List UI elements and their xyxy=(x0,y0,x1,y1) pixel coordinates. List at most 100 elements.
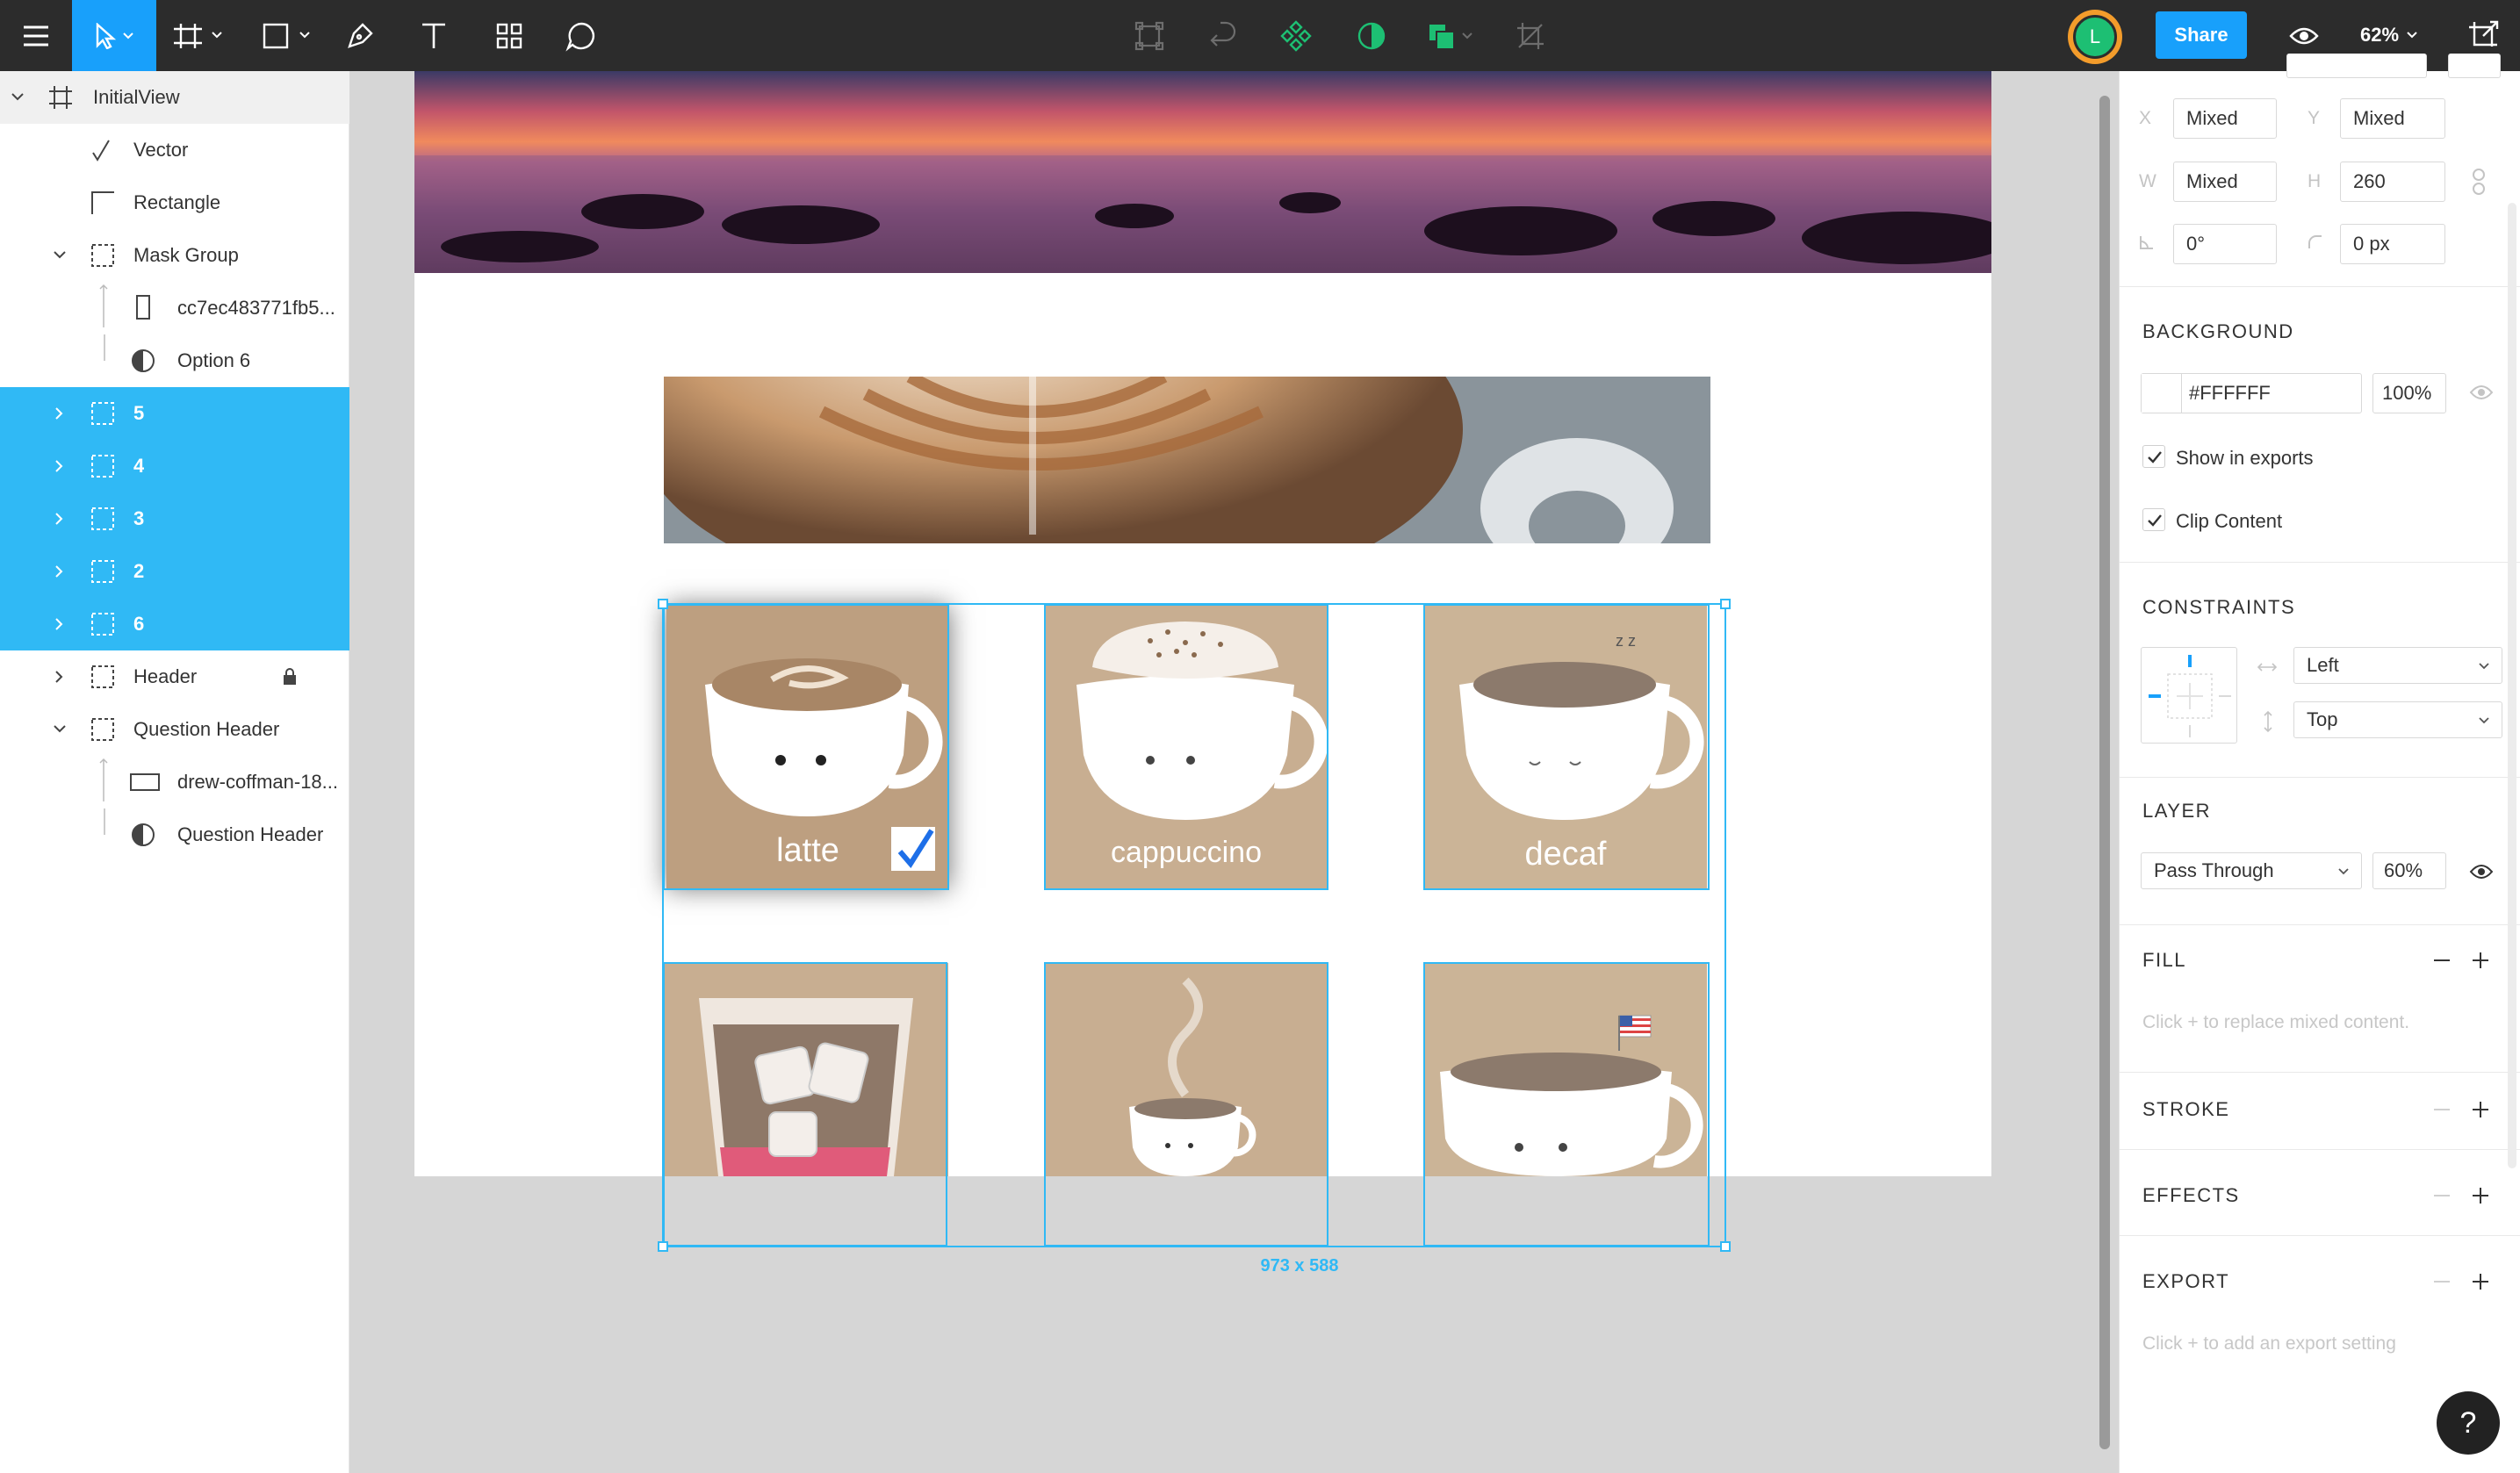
clip-content-checkbox[interactable] xyxy=(2142,508,2165,531)
background-section-title: BACKGROUND xyxy=(2142,320,2294,342)
visibility-eye-icon[interactable] xyxy=(2469,863,2494,880)
mask-icon[interactable] xyxy=(1354,0,1389,71)
chevron-right-icon[interactable] xyxy=(53,670,67,684)
remove-effect-icon[interactable] xyxy=(2429,1182,2455,1209)
layer-group-5[interactable]: 5 xyxy=(0,387,349,440)
vertical-scrollbar[interactable] xyxy=(2099,96,2110,1449)
layer-label: Option 6 xyxy=(177,349,251,371)
layer-group-3[interactable]: 3 xyxy=(0,492,349,545)
remove-stroke-icon[interactable] xyxy=(2429,1096,2455,1123)
horizontal-constraint-select[interactable]: Left xyxy=(2293,647,2502,684)
chevron-down-icon[interactable] xyxy=(53,722,67,736)
chevron-right-icon[interactable] xyxy=(53,564,67,578)
layer-label: 3 xyxy=(133,507,145,529)
lock-icon[interactable] xyxy=(283,668,297,686)
y-input[interactable]: Mixed xyxy=(2340,98,2445,139)
layer-question-header-group[interactable]: Question Header xyxy=(0,703,349,756)
blend-mode-select[interactable]: Pass Through xyxy=(2141,852,2362,889)
chevron-down-icon[interactable] xyxy=(11,90,25,104)
group-icon xyxy=(91,244,114,267)
w-input[interactable]: Mixed xyxy=(2173,162,2277,202)
add-export-icon[interactable] xyxy=(2467,1268,2494,1295)
layer-section-title: LAYER xyxy=(2142,800,2212,822)
layer-vector[interactable]: Vector xyxy=(0,124,349,176)
design-canvas[interactable]: latte cappuccino z z decaf 973 x 588 xyxy=(349,71,2119,1473)
remove-export-icon[interactable] xyxy=(2429,1268,2455,1295)
rectangle-landscape-icon xyxy=(130,773,160,791)
flip-icon[interactable] xyxy=(1206,0,1240,71)
layer-rectangle[interactable]: Rectangle xyxy=(0,176,349,229)
vertical-constraint-value: Top xyxy=(2307,708,2338,730)
partial-field xyxy=(2286,54,2427,78)
color-swatch[interactable] xyxy=(2142,374,2182,413)
properties-scrollbar[interactable] xyxy=(2508,203,2516,1168)
chevron-right-icon[interactable] xyxy=(53,617,67,631)
add-fill-icon[interactable] xyxy=(2467,947,2494,974)
components-icon[interactable] xyxy=(490,0,529,71)
group-icon xyxy=(91,402,114,425)
constraints-widget[interactable] xyxy=(2141,647,2237,744)
layer-label: Rectangle xyxy=(133,191,221,213)
background-color-input[interactable]: #FFFFFF xyxy=(2141,373,2362,413)
fill-color-icon[interactable] xyxy=(1426,0,1479,71)
layer-image[interactable]: cc7ec483771fb5... xyxy=(0,282,349,334)
crop-icon[interactable] xyxy=(1514,0,1547,71)
text-tool-icon[interactable] xyxy=(414,0,453,71)
layer-image[interactable]: drew-coffman-18... xyxy=(0,756,349,808)
chevron-right-icon[interactable] xyxy=(53,406,67,420)
divider xyxy=(2120,1072,2520,1073)
vertical-constraint-select[interactable]: Top xyxy=(2293,701,2502,738)
rotation-input[interactable]: 0° xyxy=(2173,224,2277,264)
show-in-exports-checkbox[interactable] xyxy=(2142,445,2165,468)
fill-section-title: FILL xyxy=(2142,949,2187,971)
question-mark-icon: ? xyxy=(2459,1405,2477,1440)
mask-tree-line xyxy=(99,284,108,327)
h-input[interactable]: 260 xyxy=(2340,162,2445,202)
group-icon xyxy=(91,455,114,478)
chevron-right-icon[interactable] xyxy=(53,459,67,473)
chevron-down-icon[interactable] xyxy=(53,248,67,262)
layer-question-header[interactable]: Question Header xyxy=(0,808,349,861)
layer-option-6[interactable]: Option 6 xyxy=(0,334,349,387)
menu-icon[interactable] xyxy=(0,0,72,71)
effects-section-title: EFFECTS xyxy=(2142,1184,2240,1206)
layer-initialview[interactable]: InitialView xyxy=(0,71,349,124)
properties-panel: X Mixed Y Mixed W Mixed H 260 0° 0 px BA… xyxy=(2119,54,2520,1473)
user-avatar[interactable]: L xyxy=(2068,10,2122,64)
layer-label: 6 xyxy=(133,613,145,635)
constrain-proportions-icon[interactable] xyxy=(2471,168,2487,196)
pen-tool-icon[interactable] xyxy=(342,0,378,71)
layer-label: drew-coffman-18... xyxy=(177,771,339,793)
toolbar: L Share 62% xyxy=(0,0,2520,71)
visibility-eye-icon[interactable] xyxy=(2469,384,2494,401)
help-button[interactable]: ? xyxy=(2437,1391,2500,1455)
layer-group-2[interactable]: 2 xyxy=(0,545,349,598)
layer-label: Header xyxy=(133,665,198,687)
layer-group-4[interactable]: 4 xyxy=(0,440,349,492)
frame-icon xyxy=(49,86,72,109)
layer-label: 4 xyxy=(133,455,145,477)
layer-opacity-input[interactable]: 60% xyxy=(2372,852,2446,889)
layer-header[interactable]: Header xyxy=(0,650,349,703)
layer-mask-group[interactable]: Mask Group xyxy=(0,229,349,282)
shape-tool-icon[interactable] xyxy=(256,0,320,71)
layer-label: InitialView xyxy=(93,86,180,108)
x-input[interactable]: Mixed xyxy=(2173,98,2277,139)
add-effect-icon[interactable] xyxy=(2467,1182,2494,1209)
share-button[interactable]: Share xyxy=(2156,11,2247,59)
comment-icon[interactable] xyxy=(562,0,601,71)
add-stroke-icon[interactable] xyxy=(2467,1096,2494,1123)
background-opacity-input[interactable]: 100% xyxy=(2372,373,2446,413)
frame-tool-icon[interactable] xyxy=(169,0,232,71)
layer-group-6[interactable]: 6 xyxy=(0,598,349,650)
horizontal-constraint-value: Left xyxy=(2307,654,2339,676)
zoom-dropdown[interactable]: 62% xyxy=(2360,19,2418,51)
move-tool-icon[interactable] xyxy=(72,0,156,71)
mask-icon xyxy=(132,823,155,846)
boolean-icon[interactable] xyxy=(1133,0,1166,71)
chevron-right-icon[interactable] xyxy=(53,512,67,526)
corner-radius-input[interactable]: 0 px xyxy=(2340,224,2445,264)
rectangle-portrait-icon xyxy=(136,295,150,320)
remove-fill-icon[interactable] xyxy=(2429,947,2455,974)
create-component-icon[interactable] xyxy=(1278,0,1314,71)
